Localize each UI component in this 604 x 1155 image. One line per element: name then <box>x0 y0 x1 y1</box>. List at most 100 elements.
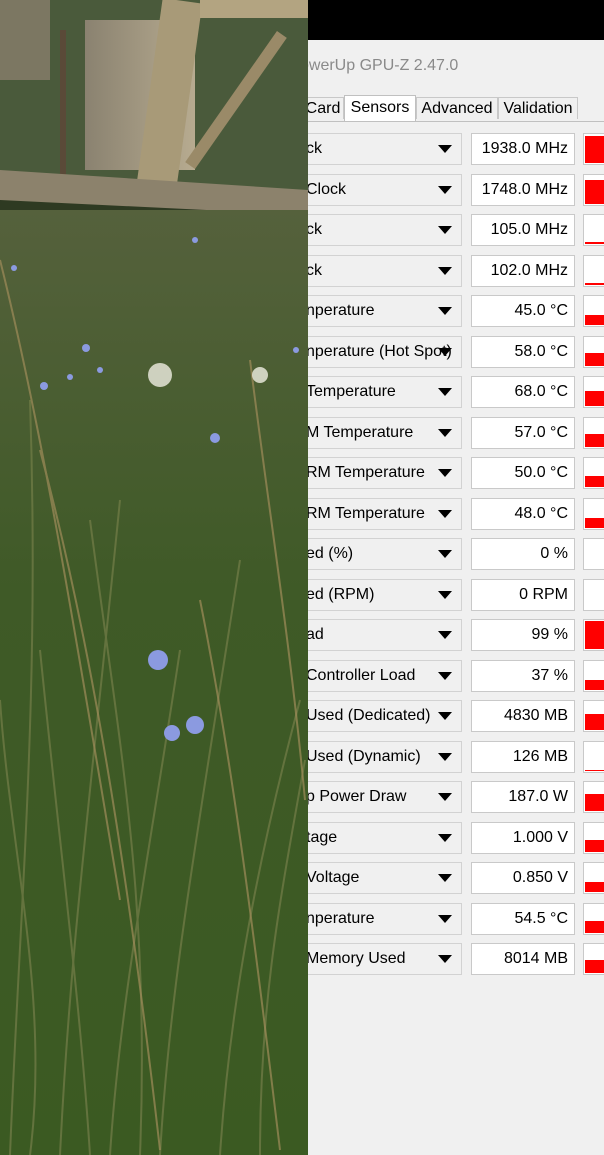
sensor-graph-fill <box>585 882 604 892</box>
sensor-label: Used (Dedicated) <box>308 707 431 724</box>
sensor-value: 57.0 °C <box>514 424 568 441</box>
tab-divider <box>308 121 604 122</box>
sensor-row: Clock 1748.0 MHz <box>308 174 604 206</box>
sensor-value-box: 187.0 W <box>471 781 575 813</box>
sensor-graph[interactable] <box>583 295 604 327</box>
tab-sensors[interactable]: Sensors <box>344 95 416 121</box>
sensor-label: ed (RPM) <box>308 586 375 603</box>
sensor-graph[interactable] <box>583 862 604 894</box>
sensor-graph[interactable] <box>583 579 604 611</box>
sensor-label: Temperature <box>308 383 396 400</box>
sensor-graph[interactable] <box>583 903 604 935</box>
sensor-value: 58.0 °C <box>514 343 568 360</box>
dropdown-arrow-icon[interactable] <box>438 186 452 194</box>
sensor-value-box: 0 RPM <box>471 579 575 611</box>
sensor-value: 1938.0 MHz <box>481 140 568 157</box>
dropdown-arrow-icon[interactable] <box>438 307 452 315</box>
dropdown-arrow-icon[interactable] <box>438 550 452 558</box>
tab-validation[interactable]: Validation <box>498 97 578 119</box>
sensor-label: ed (%) <box>308 545 354 562</box>
sensor-value: 105.0 MHz <box>490 221 568 238</box>
tab-advanced[interactable]: Advanced <box>416 97 498 119</box>
sensor-label: ck <box>308 262 322 279</box>
sensor-graph[interactable] <box>583 255 604 287</box>
sensor-value-box: 50.0 °C <box>471 457 575 489</box>
sensor-graph[interactable] <box>583 174 604 206</box>
dropdown-arrow-icon[interactable] <box>438 145 452 153</box>
dropdown-arrow-icon[interactable] <box>438 834 452 842</box>
sensor-row: ck 102.0 MHz <box>308 255 604 287</box>
sensor-row: Used (Dynamic) 126 MB <box>308 741 604 773</box>
sensor-graph[interactable] <box>583 660 604 692</box>
sensor-row: Used (Dedicated) 4830 MB <box>308 700 604 732</box>
sensor-graph-fill <box>585 518 604 528</box>
dropdown-arrow-icon[interactable] <box>438 429 452 437</box>
sensor-graph[interactable] <box>583 457 604 489</box>
sensor-graph[interactable] <box>583 822 604 854</box>
dropdown-arrow-icon[interactable] <box>438 631 452 639</box>
sensor-graph[interactable] <box>583 741 604 773</box>
sensor-label: Voltage <box>308 869 360 886</box>
sensor-graph[interactable] <box>583 417 604 449</box>
sensor-graph[interactable] <box>583 700 604 732</box>
sensor-graph-fill <box>585 476 604 487</box>
sensor-value-box: 54.5 °C <box>471 903 575 935</box>
game-background <box>0 0 308 1155</box>
dropdown-arrow-icon[interactable] <box>438 388 452 396</box>
sensor-graph-fill <box>585 315 604 325</box>
sensor-label: RM Temperature <box>308 464 425 481</box>
dropdown-arrow-icon[interactable] <box>438 955 452 963</box>
dropdown-arrow-icon[interactable] <box>438 753 452 761</box>
sensor-value-box: 57.0 °C <box>471 417 575 449</box>
dropdown-arrow-icon[interactable] <box>438 672 452 680</box>
sensor-graph-fill <box>585 242 604 244</box>
sensor-graph[interactable] <box>583 781 604 813</box>
sensor-graph[interactable] <box>583 538 604 570</box>
dropdown-arrow-icon[interactable] <box>438 915 452 923</box>
sensor-value-box: 102.0 MHz <box>471 255 575 287</box>
sensor-graph-fill <box>585 714 604 730</box>
sensor-graph[interactable] <box>583 214 604 246</box>
tab-bar: Card Sensors Advanced Validation <box>308 95 604 121</box>
sensor-label: nperature (Hot Spot) <box>308 343 452 360</box>
tab-card[interactable]: Card <box>308 97 344 119</box>
sensor-graph-fill <box>585 136 604 163</box>
sensor-label: p Power Draw <box>308 788 407 805</box>
sensor-value-box: 0 % <box>471 538 575 570</box>
sensor-value-box: 58.0 °C <box>471 336 575 368</box>
sensor-value: 0 RPM <box>519 586 568 603</box>
sensor-graph[interactable] <box>583 498 604 530</box>
sensor-label: nperature <box>308 910 375 927</box>
sensor-row: RM Temperature 50.0 °C <box>308 457 604 489</box>
dropdown-arrow-icon[interactable] <box>438 226 452 234</box>
sensor-graph-fill <box>585 770 604 771</box>
sensor-graph[interactable] <box>583 376 604 408</box>
sensor-graph-fill <box>585 180 604 204</box>
sensor-value: 102.0 MHz <box>490 262 568 279</box>
dropdown-arrow-icon[interactable] <box>438 348 452 356</box>
sensor-graph[interactable] <box>583 336 604 368</box>
game-scene-image <box>0 0 308 1155</box>
dropdown-arrow-icon[interactable] <box>438 510 452 518</box>
dropdown-arrow-icon[interactable] <box>438 793 452 801</box>
sensor-value: 8014 MB <box>503 950 568 967</box>
sensor-label: ck <box>308 221 322 238</box>
sensor-graph-fill <box>585 391 604 406</box>
sensor-graph[interactable] <box>583 943 604 975</box>
sensor-graph-fill <box>585 621 604 649</box>
sensor-value: 0 % <box>540 545 568 562</box>
sensor-value: 0.850 V <box>512 869 568 886</box>
dropdown-arrow-icon[interactable] <box>438 712 452 720</box>
dropdown-arrow-icon[interactable] <box>438 469 452 477</box>
sensor-value-box: 1.000 V <box>471 822 575 854</box>
sensor-label: RM Temperature <box>308 505 425 522</box>
dropdown-arrow-icon[interactable] <box>438 267 452 275</box>
sensor-value-box: 1748.0 MHz <box>471 174 575 206</box>
sensor-value-box: 45.0 °C <box>471 295 575 327</box>
sensor-graph[interactable] <box>583 619 604 651</box>
dropdown-arrow-icon[interactable] <box>438 874 452 882</box>
sensor-row: Temperature 68.0 °C <box>308 376 604 408</box>
sensor-value-box: 8014 MB <box>471 943 575 975</box>
sensor-graph[interactable] <box>583 133 604 165</box>
dropdown-arrow-icon[interactable] <box>438 591 452 599</box>
